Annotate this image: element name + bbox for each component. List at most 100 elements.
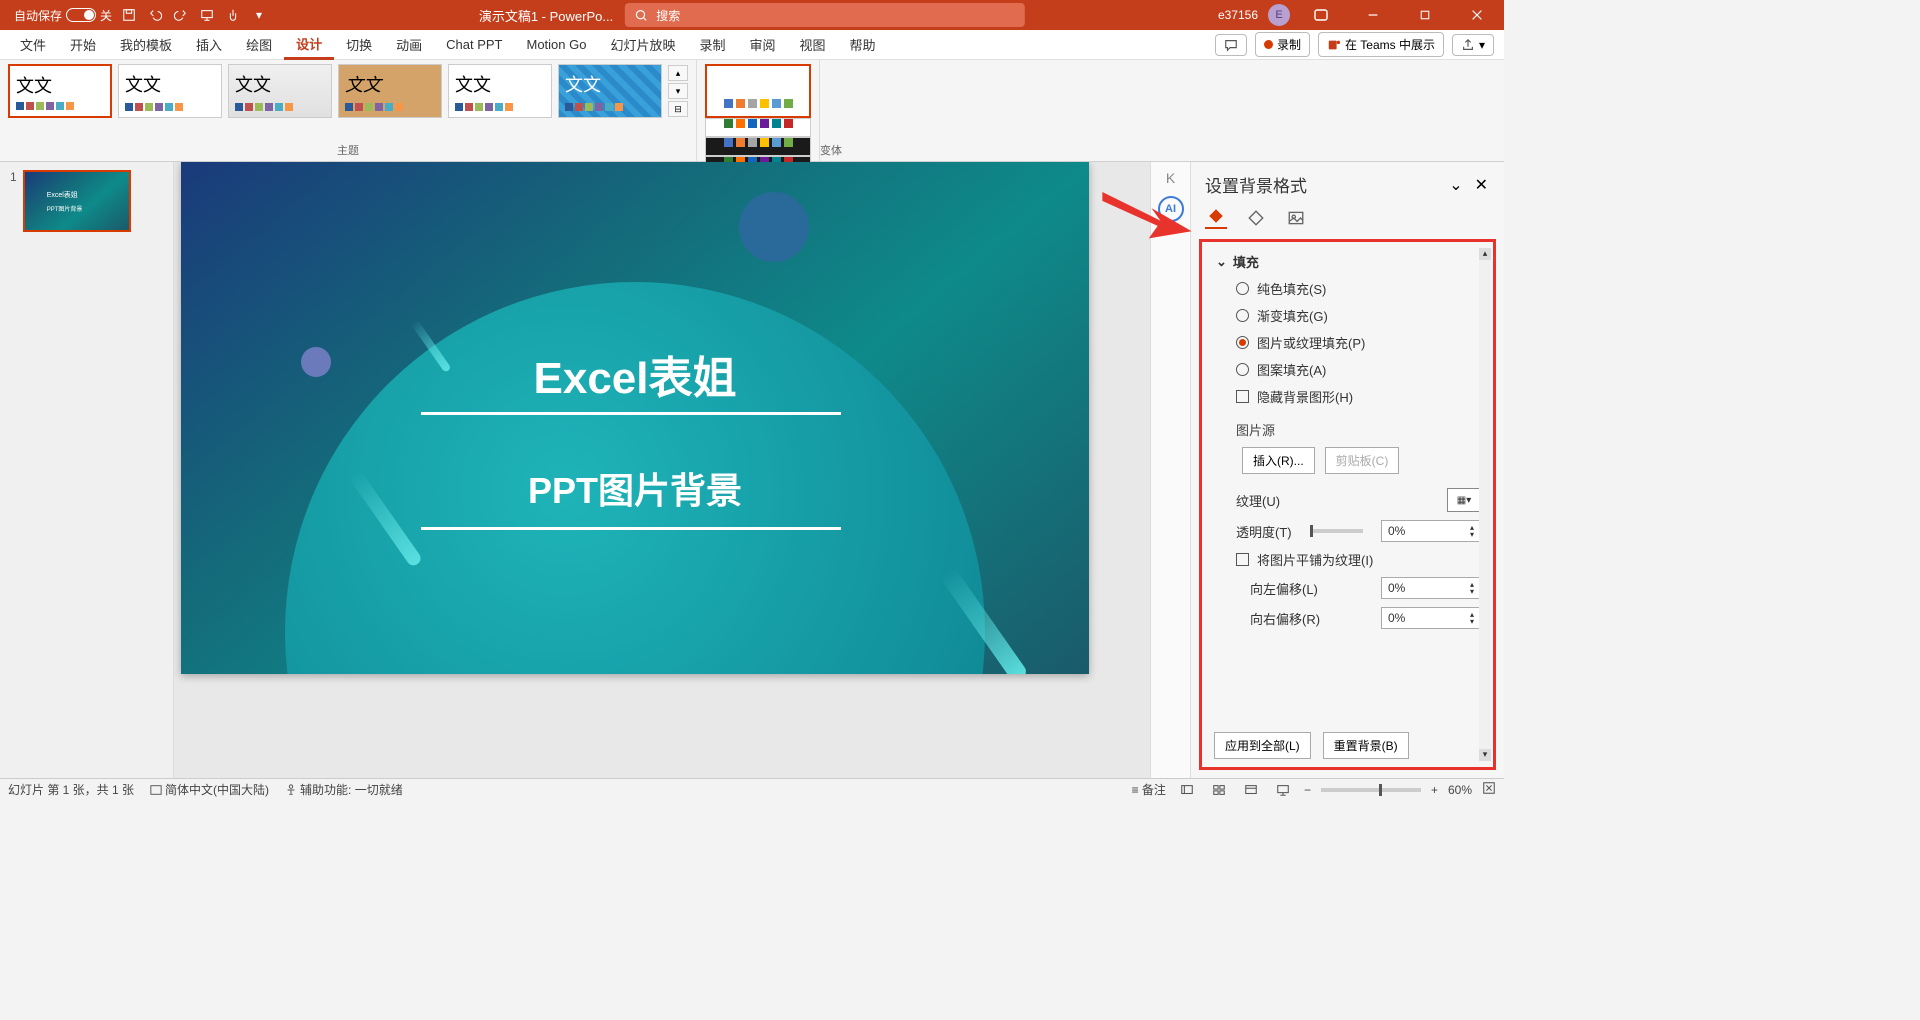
titlebar-right: e37156 E: [1218, 0, 1504, 30]
slide-canvas[interactable]: Excel表姐 PPT图片背景: [181, 162, 1089, 674]
tab-file[interactable]: 文件: [8, 30, 58, 60]
zoom-in-icon[interactable]: +: [1431, 783, 1438, 797]
slide-title[interactable]: Excel表姐: [181, 342, 1089, 406]
tab-review[interactable]: 审阅: [738, 30, 788, 60]
divider-line: [421, 412, 841, 415]
tab-animations[interactable]: 动画: [384, 30, 434, 60]
picture-source-label: 图片源: [1216, 420, 1481, 439]
tab-transitions[interactable]: 切换: [334, 30, 384, 60]
insert-picture-button[interactable]: 插入(R)...: [1242, 447, 1315, 474]
undo-icon[interactable]: [146, 6, 164, 24]
checkbox-tile[interactable]: 将图片平铺为纹理(I): [1216, 550, 1481, 569]
tab-my-templates[interactable]: 我的模板: [108, 30, 184, 60]
record-button[interactable]: 录制: [1255, 32, 1310, 57]
themes-down-icon[interactable]: ▾: [668, 83, 688, 99]
tab-slideshow[interactable]: 幻灯片放映: [598, 30, 687, 60]
annotation-arrow: [1102, 192, 1192, 242]
reading-view-icon[interactable]: [1240, 781, 1262, 799]
slide-thumb-image[interactable]: Excel表姐 PPT图片背景: [23, 170, 131, 232]
search-input[interactable]: 搜索: [625, 3, 1025, 27]
theme-thumb-6[interactable]: 文文: [558, 64, 662, 118]
themes-up-icon[interactable]: ▴: [668, 65, 688, 81]
accessibility-indicator[interactable]: 辅助功能: 一切就绪: [285, 781, 403, 798]
variant-1[interactable]: [705, 64, 811, 118]
search-placeholder: 搜索: [656, 7, 680, 24]
fit-window-icon[interactable]: [1482, 781, 1496, 798]
qat-dropdown-icon[interactable]: ▾: [250, 6, 268, 24]
reset-bg-button[interactable]: 重置背景(B): [1323, 732, 1409, 759]
tab-design[interactable]: 设计: [284, 30, 334, 60]
apply-all-button[interactable]: 应用到全部(L): [1214, 732, 1311, 759]
sorter-view-icon[interactable]: [1208, 781, 1230, 799]
autosave-state: 关: [100, 7, 112, 24]
minimize-icon[interactable]: [1352, 0, 1394, 30]
variant-3[interactable]: [705, 137, 811, 156]
slide-subtitle[interactable]: PPT图片背景: [181, 462, 1089, 514]
thumbnail-panel[interactable]: 1 Excel表姐 PPT图片背景: [0, 162, 174, 778]
scroll-up-icon[interactable]: ▴: [1479, 248, 1491, 260]
tab-home[interactable]: 开始: [58, 30, 108, 60]
tab-chat-ppt[interactable]: Chat PPT: [434, 30, 514, 60]
pane-close-icon[interactable]: ✕: [1471, 175, 1492, 195]
toggle-off-icon[interactable]: [66, 8, 96, 22]
radio-picture-fill[interactable]: 图片或纹理填充(P): [1216, 333, 1481, 352]
language-indicator[interactable]: 简体中文(中国大陆): [150, 781, 269, 798]
radio-pattern-fill[interactable]: 图案填充(A): [1216, 360, 1481, 379]
tab-insert[interactable]: 插入: [184, 30, 234, 60]
tab-help[interactable]: 帮助: [838, 30, 888, 60]
normal-view-icon[interactable]: [1176, 781, 1198, 799]
user-avatar[interactable]: E: [1268, 4, 1290, 26]
radio-gradient-fill[interactable]: 渐变填充(G): [1216, 306, 1481, 325]
ribbon-body: 文文 文文 文文 文文 文文 文文 ▴▾⊟ 主题 ▴▾⊟ 变体: [0, 60, 1504, 162]
zoom-out-icon[interactable]: −: [1304, 783, 1311, 797]
effects-tab-icon[interactable]: [1245, 207, 1267, 229]
theme-thumb-5[interactable]: 文文: [448, 64, 552, 118]
maximize-icon[interactable]: [1404, 0, 1446, 30]
transparency-slider[interactable]: [1310, 529, 1363, 533]
ribbon-mode-icon[interactable]: [1300, 0, 1342, 30]
chevron-down-icon: ⌄: [1216, 254, 1227, 270]
tab-record[interactable]: 录制: [687, 30, 737, 60]
fill-tab-icon[interactable]: [1205, 207, 1227, 229]
clipboard-button[interactable]: 剪贴板(C): [1325, 447, 1400, 474]
theme-thumb-2[interactable]: 文文: [118, 64, 222, 118]
tab-view[interactable]: 视图: [788, 30, 838, 60]
checkbox-hide-bg[interactable]: 隐藏背景图形(H): [1216, 387, 1481, 406]
save-icon[interactable]: [120, 6, 138, 24]
touch-icon[interactable]: [224, 6, 242, 24]
offset-left-input[interactable]: 0%▴▾: [1381, 577, 1481, 599]
canvas-area[interactable]: Excel表姐 PPT图片背景: [174, 162, 1150, 778]
transparency-input[interactable]: 0%▴▾: [1381, 520, 1481, 542]
zoom-slider[interactable]: [1321, 788, 1421, 792]
titlebar: 自动保存 关 ▾ 演示文稿1 - PowerPo... 搜索 e37156 E: [0, 0, 1504, 30]
variant-2[interactable]: [705, 118, 811, 137]
pane-scrollbar[interactable]: ▴▾: [1479, 248, 1491, 761]
collapse-pane-icon[interactable]: K: [1166, 170, 1175, 186]
zoom-level[interactable]: 60%: [1448, 783, 1472, 797]
slide-thumb-1[interactable]: 1 Excel表姐 PPT图片背景: [10, 170, 163, 232]
scroll-down-icon[interactable]: ▾: [1479, 749, 1491, 761]
present-icon[interactable]: [198, 6, 216, 24]
teams-present-button[interactable]: 在 Teams 中展示: [1318, 32, 1444, 57]
tab-motion-go[interactable]: Motion Go: [514, 30, 598, 60]
offset-right-input[interactable]: 0%▴▾: [1381, 607, 1481, 629]
document-title: 演示文稿1 - PowerPo...: [479, 6, 613, 25]
texture-picker[interactable]: ▦▾: [1447, 488, 1481, 512]
themes-expand-icon[interactable]: ⊟: [668, 101, 688, 117]
share-button[interactable]: ▾: [1452, 34, 1494, 56]
pane-options-icon[interactable]: ⌄: [1441, 175, 1470, 195]
theme-thumb-3[interactable]: 文文: [228, 64, 332, 118]
ribbon-right-controls: 录制 在 Teams 中展示 ▾: [1215, 32, 1504, 57]
theme-thumb-4[interactable]: 文文: [338, 64, 442, 118]
close-icon[interactable]: [1456, 0, 1498, 30]
theme-thumb-1[interactable]: 文文: [8, 64, 112, 118]
picture-tab-icon[interactable]: [1285, 207, 1307, 229]
notes-button[interactable]: ≡ 备注: [1132, 781, 1166, 798]
radio-solid-fill[interactable]: 纯色填充(S): [1216, 279, 1481, 298]
comments-button[interactable]: [1215, 34, 1247, 56]
redo-icon[interactable]: [172, 6, 190, 24]
slideshow-view-icon[interactable]: [1272, 781, 1294, 799]
fill-section-header[interactable]: ⌄填充: [1216, 252, 1481, 271]
autosave-toggle[interactable]: 自动保存 关: [14, 7, 112, 24]
tab-draw[interactable]: 绘图: [234, 30, 284, 60]
